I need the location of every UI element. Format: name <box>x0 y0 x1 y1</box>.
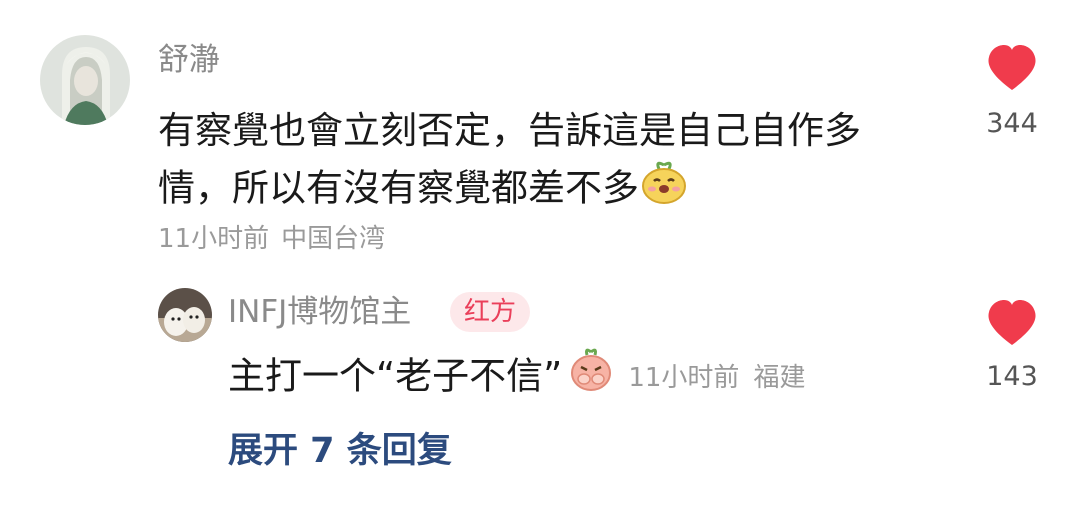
comment-meta: 11小时前 中国台湾 <box>158 222 385 256</box>
anime-character-avatar-icon <box>40 35 130 125</box>
heart-icon <box>988 300 1036 345</box>
smiling-face-sticker-icon <box>639 159 689 221</box>
comment-username[interactable]: 舒瀞 <box>158 40 220 80</box>
reply-username[interactable]: INFJ博物馆主 <box>228 292 411 332</box>
reply-avatar[interactable] <box>158 288 212 342</box>
comment-text: 有察覺也會立刻否定，告訴這是自己自作多情，所以有沒有察覺都差不多 <box>158 103 918 221</box>
reply-text: 主打一个“老子不信” <box>228 354 563 398</box>
comment-like-button[interactable] <box>986 44 1038 92</box>
reply-location: 福建 <box>753 363 806 393</box>
comment-text-body: 有察覺也會立刻否定，告訴這是自己自作多情，所以有沒有察覺都差不多 <box>158 109 861 210</box>
expand-replies-link[interactable]: 展开 7 条回复 <box>228 428 452 474</box>
dog-photo-avatar-icon <box>158 288 212 342</box>
comment-time: 11小时前 <box>158 224 270 254</box>
reply-badge: 红方 <box>450 292 531 332</box>
comment-like-count: 344 <box>986 108 1038 139</box>
comment-avatar[interactable] <box>40 35 130 125</box>
reply-time: 11小时前 <box>628 363 740 393</box>
reply-like-button[interactable] <box>986 299 1038 347</box>
comment-location: 中国台湾 <box>281 224 386 254</box>
covering-mouth-sticker-icon <box>568 347 614 409</box>
reply-like-count: 143 <box>986 361 1038 392</box>
heart-icon <box>988 45 1036 90</box>
reply-line: 主打一个“老子不信” 11小时前 福建 <box>228 347 805 409</box>
